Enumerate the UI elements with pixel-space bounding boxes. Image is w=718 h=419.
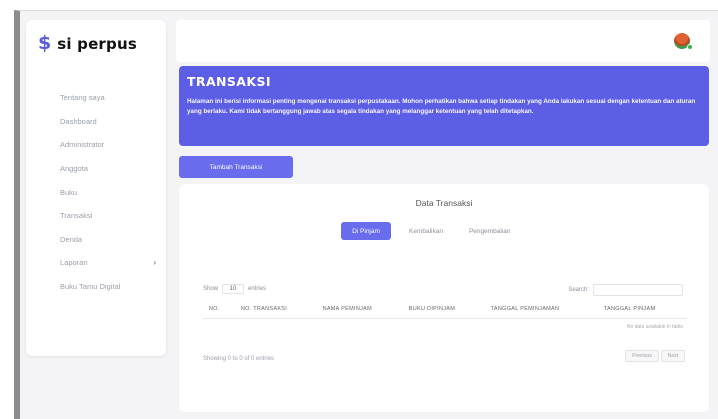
tab-borrowed[interactable]: Di Pinjam [341, 222, 391, 240]
search-label: Search: [568, 287, 589, 293]
sidebar: $ si perpus Tentang saya Dashboard Admin… [26, 20, 166, 356]
page-length-control: Show 10 entries [203, 284, 266, 294]
sidebar-menu: Tentang saya Dashboard Administrator Ang… [60, 86, 156, 298]
page-description: Halaman ini berisi informasi penting men… [187, 98, 696, 115]
tab-returned[interactable]: Pengembalian [461, 222, 519, 240]
sidebar-item-label: Anggota [60, 164, 88, 174]
column-header-borrower[interactable]: Nama Peminjam [316, 300, 403, 319]
sidebar-item-label: Buku Tamu Digital [60, 282, 121, 292]
page-banner: TRANSAKSI Halaman ini berisi informasi p… [179, 66, 709, 146]
dollar-icon: $ [38, 32, 52, 54]
previous-page-button[interactable]: Previous [625, 350, 659, 362]
column-header-borrow-date[interactable]: Tanggal Peminjaman [484, 300, 598, 319]
column-header-transaction-no[interactable]: No. Transaksi [234, 300, 317, 319]
app-name: si perpus [57, 34, 137, 53]
sidebar-item-dashboard[interactable]: Dashboard [60, 110, 156, 134]
chevron-right-icon: › [153, 258, 156, 268]
table-row: No data available in table [203, 319, 687, 336]
add-transaction-button[interactable]: Tambah Transaksi [179, 156, 293, 178]
table-search: Search: [568, 284, 683, 296]
app-logo[interactable]: $ si perpus [38, 34, 137, 53]
table-header-row: No. No. Transaksi Nama Peminjam Buku Dip… [203, 300, 687, 319]
online-status-icon [687, 44, 693, 50]
tab-return[interactable]: Kembalikan [401, 222, 451, 240]
table-info: Showing 0 to 0 of 0 entries [203, 356, 275, 362]
column-header-no[interactable]: No. [203, 300, 235, 319]
empty-table-message: No data available in table [626, 324, 683, 330]
sidebar-item-members[interactable]: Anggota [60, 157, 156, 181]
sidebar-item-label: Tentang saya [60, 93, 105, 103]
sidebar-item-label: Denda [60, 234, 83, 244]
sidebar-item-fines[interactable]: Denda [60, 228, 156, 252]
sidebar-item-administrator[interactable]: Administrator [60, 133, 156, 157]
sidebar-item-transactions[interactable]: Transaksi [60, 204, 156, 228]
transactions-table: No. No. Transaksi Nama Peminjam Buku Dip… [203, 300, 687, 335]
sidebar-item-guestbook[interactable]: Buku Tamu Digital [60, 275, 156, 299]
sidebar-item-about[interactable]: Tentang saya [60, 86, 156, 110]
sidebar-item-label: Transaksi [60, 211, 93, 221]
transactions-card: Data Transaksi Di Pinjam Kembalikan Peng… [179, 184, 709, 412]
column-header-date[interactable]: Tanggal Pinjam [597, 300, 687, 319]
column-header-book[interactable]: Buku Dipinjam [402, 300, 485, 319]
sidebar-item-label: Laporan [60, 258, 88, 268]
search-input[interactable] [593, 284, 683, 296]
page-title: TRANSAKSI [187, 74, 271, 89]
entries-label: entries [248, 286, 267, 292]
sidebar-item-reports[interactable]: Laporan › [60, 251, 156, 275]
show-label: Show [203, 286, 219, 292]
topbar [176, 20, 710, 62]
page-length-select[interactable]: 10 [222, 284, 245, 294]
card-title: Data Transaksi [415, 198, 473, 208]
sidebar-item-label: Administrator [60, 140, 105, 150]
sidebar-item-label: Dashboard [60, 116, 97, 126]
transaction-tabs: Di Pinjam Kembalikan Pengembalian [341, 222, 519, 240]
next-page-button[interactable]: Next [660, 350, 685, 362]
sidebar-item-books[interactable]: Buku [60, 180, 156, 204]
pagination: Previous Next [625, 350, 685, 362]
sidebar-item-label: Buku [60, 187, 78, 197]
